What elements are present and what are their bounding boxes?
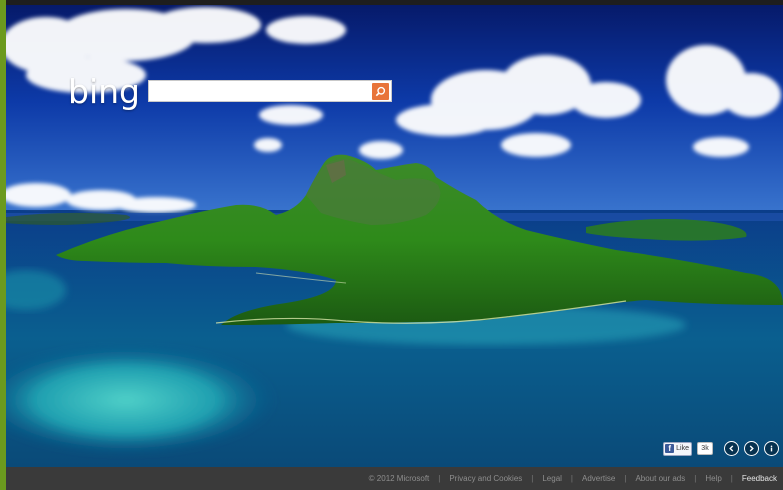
facebook-icon: f [665, 444, 675, 453]
facebook-like-button[interactable]: f Like [663, 441, 692, 456]
bing-logo[interactable]: bing [68, 74, 140, 110]
next-image-button[interactable] [744, 441, 759, 456]
footer-link-advertise[interactable]: Advertise [582, 474, 615, 483]
logo-wordmark: bing [68, 72, 140, 111]
footer-separator: | [694, 474, 697, 483]
footer-separator: | [730, 474, 733, 483]
chevron-left-icon [729, 445, 734, 452]
footer-link-privacy[interactable]: Privacy and Cookies [449, 474, 522, 483]
bing-homepage: bing f Like 3k © 2012 Microsoft | Privac… [0, 0, 783, 490]
info-icon [770, 445, 773, 452]
copyright-text: © 2012 Microsoft [368, 474, 430, 483]
footer-bar: © 2012 Microsoft | Privacy and Cookies |… [6, 467, 783, 490]
search-box [148, 80, 392, 102]
footer-link-help[interactable]: Help [705, 474, 721, 483]
like-label: Like [676, 445, 689, 452]
search-button[interactable] [372, 83, 389, 100]
footer-separator: | [438, 474, 441, 483]
footer-separator: | [531, 474, 534, 483]
footer-separator: | [624, 474, 627, 483]
like-count: 3k [697, 442, 713, 455]
footer-link-legal[interactable]: Legal [542, 474, 562, 483]
search-input[interactable] [149, 81, 377, 101]
image-info-button[interactable] [764, 441, 779, 456]
footer-links: © 2012 Microsoft | Privacy and Cookies |… [369, 474, 777, 483]
previous-image-button[interactable] [724, 441, 739, 456]
footer-link-about-ads[interactable]: About our ads [635, 474, 685, 483]
search-icon [375, 86, 386, 97]
footer-separator: | [570, 474, 573, 483]
footer-link-feedback[interactable]: Feedback [742, 474, 777, 483]
image-controls: f Like 3k [663, 441, 779, 456]
chevron-right-icon [749, 445, 754, 452]
